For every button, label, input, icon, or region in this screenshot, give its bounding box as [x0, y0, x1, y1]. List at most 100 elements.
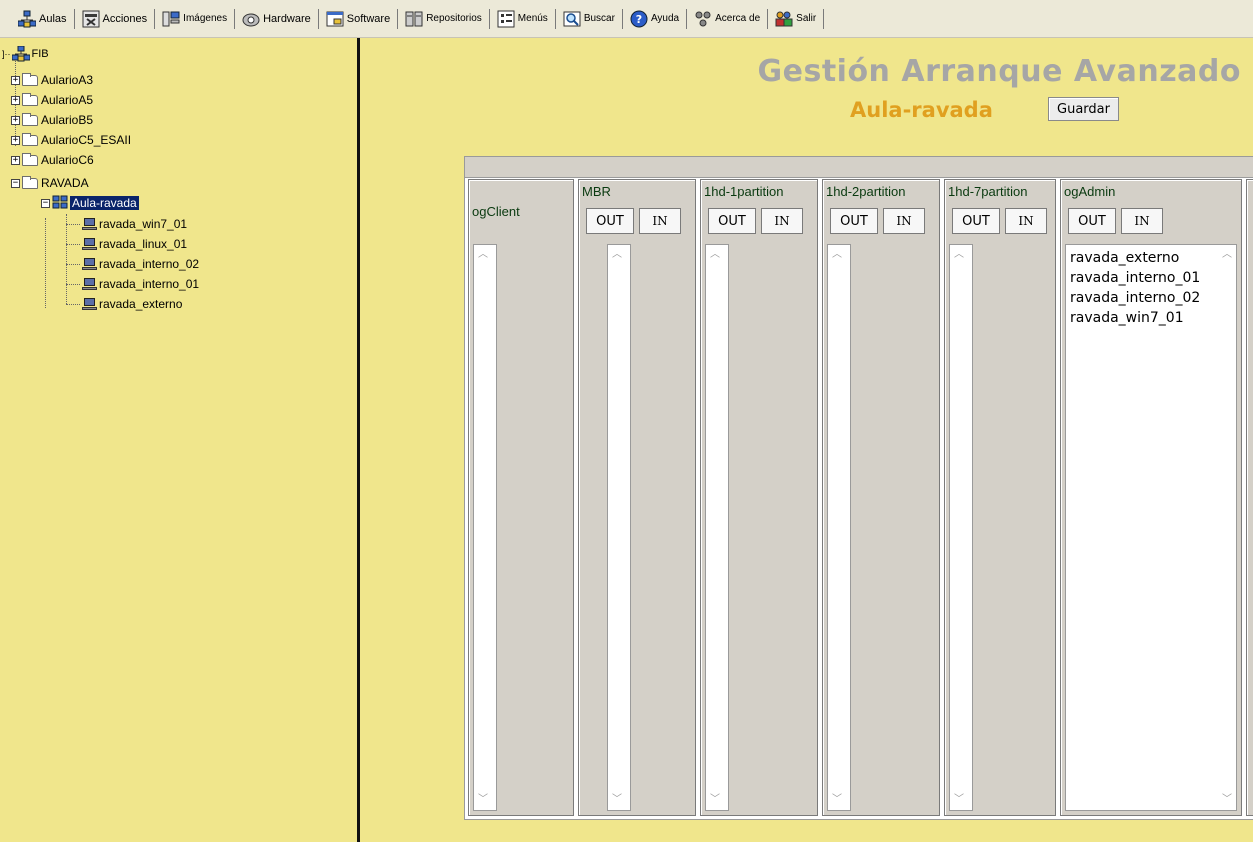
expand-icon[interactable]: + — [11, 95, 20, 105]
toolbar-acerca[interactable]: Acerca de — [689, 7, 765, 31]
tree-folder-aularioa3[interactable]: + AularioA3 — [11, 71, 93, 89]
column-title: 1hd-2partition — [826, 184, 906, 199]
toolbar-menus[interactable]: Menús — [492, 7, 553, 31]
collapse-icon[interactable]: − — [11, 178, 20, 188]
scroll-down-icon[interactable]: ﹀ — [1220, 794, 1234, 806]
list-item[interactable]: ravada_win7_01 — [1066, 308, 1236, 328]
scroll-up-icon[interactable]: ︿ — [952, 249, 966, 261]
tree-folder-ravada[interactable]: − RAVADA — [11, 174, 89, 192]
column-title: MBR — [582, 184, 611, 199]
toolbar-hardware[interactable]: Hardware — [237, 7, 316, 31]
tree-root[interactable]: ]·· FIB — [2, 45, 49, 63]
toolbar-buscar[interactable]: Buscar — [558, 7, 620, 31]
tree-computer[interactable]: ravada_interno_02 — [82, 255, 199, 273]
column-list[interactable]: ︿ ﹀ — [949, 244, 973, 811]
column-list[interactable]: ︿ ﹀ — [827, 244, 851, 811]
tree-line — [66, 214, 67, 304]
column-mbr: MBR OUT IN ︿ ﹀ — [578, 179, 696, 816]
toolbar-menus-label: Menús — [517, 13, 548, 24]
list-item[interactable]: ravada_interno_01 — [1066, 268, 1236, 288]
column-next-partial — [1246, 179, 1253, 816]
expand-icon[interactable]: + — [11, 135, 20, 145]
list-item[interactable]: ravada_interno_02 — [1066, 288, 1236, 308]
toolbar-software[interactable]: Software — [321, 7, 395, 31]
toolbar-acciones[interactable]: Acciones — [77, 7, 153, 31]
computer-icon — [82, 257, 97, 271]
tree-folder-aularioc5[interactable]: + AularioC5_ESAII — [11, 131, 131, 149]
column-ogclient: ogClient ︿ ﹀ — [468, 179, 574, 816]
scroll-up-icon[interactable]: ︿ — [610, 249, 624, 261]
main-panel: Gestión Arranque Avanzado Aula-ravada Gu… — [360, 38, 1253, 842]
classroom-icon — [52, 195, 68, 211]
scroll-down-icon[interactable]: ﹀ — [708, 794, 722, 806]
scroll-up-icon[interactable]: ︿ — [830, 249, 844, 261]
tree-computer-label: ravada_externo — [99, 297, 183, 311]
save-button[interactable]: Guardar — [1048, 97, 1119, 121]
expand-icon[interactable]: + — [11, 115, 20, 125]
scroll-down-icon[interactable]: ﹀ — [476, 794, 490, 806]
tree-computer-label: ravada_interno_01 — [99, 277, 200, 291]
out-button[interactable]: OUT — [1068, 208, 1116, 234]
in-button[interactable]: IN — [639, 208, 681, 234]
toolbar-repositorios[interactable]: Repositorios — [400, 7, 487, 31]
toolbar-aulas[interactable]: Aulas — [13, 7, 72, 31]
toolbar-separator — [554, 8, 556, 29]
list-item[interactable]: ravada_externo — [1066, 248, 1236, 268]
toolbar-ayuda[interactable]: ? Ayuda — [625, 7, 684, 31]
toolbar-buscar-label: Buscar — [583, 13, 615, 24]
out-button[interactable]: OUT — [952, 208, 1000, 234]
column-ogadmin: ogAdmin OUT IN ravada_externo ravada_int… — [1060, 179, 1242, 816]
tree-computer[interactable]: ravada_externo — [82, 295, 182, 313]
column-list[interactable]: ︿ ﹀ — [705, 244, 729, 811]
scroll-up-icon[interactable]: ︿ — [476, 249, 490, 261]
out-button[interactable]: OUT — [586, 208, 634, 234]
toolbar-salir[interactable]: Salir — [770, 7, 821, 31]
network-icon — [17, 10, 37, 28]
tree-computer[interactable]: ravada_interno_01 — [82, 275, 199, 293]
folder-icon — [22, 152, 38, 166]
in-button[interactable]: IN — [761, 208, 803, 234]
in-button[interactable]: IN — [1005, 208, 1047, 234]
tree-line — [66, 244, 80, 245]
in-button[interactable]: IN — [883, 208, 925, 234]
scroll-up-icon[interactable]: ︿ — [708, 249, 722, 261]
computer-icon — [82, 217, 97, 231]
toolbar-separator — [154, 8, 156, 29]
toolbar-imagenes-label: Imágenes — [183, 13, 228, 24]
toolbar-imagenes[interactable]: Imágenes — [157, 7, 232, 31]
toolbar-repositorios-label: Repositorios — [426, 13, 482, 24]
tree-folder-label: AularioA5 — [41, 93, 94, 107]
column-title: 1hd-7partition — [948, 184, 1028, 199]
scroll-down-icon[interactable]: ﹀ — [610, 794, 624, 806]
tree-folder-aulariob5[interactable]: + AularioB5 — [11, 111, 93, 129]
tree-aula-ravada[interactable]: − Aula-ravada — [41, 194, 139, 212]
toolbar-software-label: Software — [346, 12, 391, 25]
tree-computer[interactable]: ravada_win7_01 — [82, 215, 187, 233]
column-title: ogAdmin — [1064, 184, 1116, 199]
tree-folder-label: AularioA3 — [41, 73, 94, 87]
out-button[interactable]: OUT — [830, 208, 878, 234]
column-title: 1hd-1partition — [704, 184, 784, 199]
scroll-down-icon[interactable]: ﹀ — [830, 794, 844, 806]
expand-icon[interactable]: + — [11, 155, 20, 165]
computer-icon — [82, 237, 97, 251]
expand-icon[interactable]: + — [11, 75, 20, 85]
toolbar-separator — [317, 8, 319, 29]
column-list[interactable]: ︿ ﹀ — [473, 244, 497, 811]
scroll-up-icon[interactable]: ︿ — [1220, 249, 1234, 261]
column-list[interactable]: ravada_externo ravada_interno_01 ravada_… — [1065, 244, 1237, 811]
svg-text:?: ? — [636, 13, 642, 26]
tree-folder-aularioa5[interactable]: + AularioA5 — [11, 91, 93, 109]
tree-folder-label: AularioC6 — [41, 153, 94, 167]
out-button[interactable]: OUT — [708, 208, 756, 234]
tree-folder-label: RAVADA — [41, 176, 89, 190]
images-icon — [162, 10, 180, 28]
tree-folder-aularioc6[interactable]: + AularioC6 — [11, 151, 94, 169]
computer-icon — [82, 277, 97, 291]
scroll-down-icon[interactable]: ﹀ — [952, 794, 966, 806]
column-list[interactable]: ︿ ﹀ — [607, 244, 631, 811]
collapse-icon[interactable]: − — [41, 198, 50, 208]
in-button[interactable]: IN — [1121, 208, 1163, 234]
toolbar-separator — [397, 8, 399, 29]
tree-computer[interactable]: ravada_linux_01 — [82, 235, 187, 253]
